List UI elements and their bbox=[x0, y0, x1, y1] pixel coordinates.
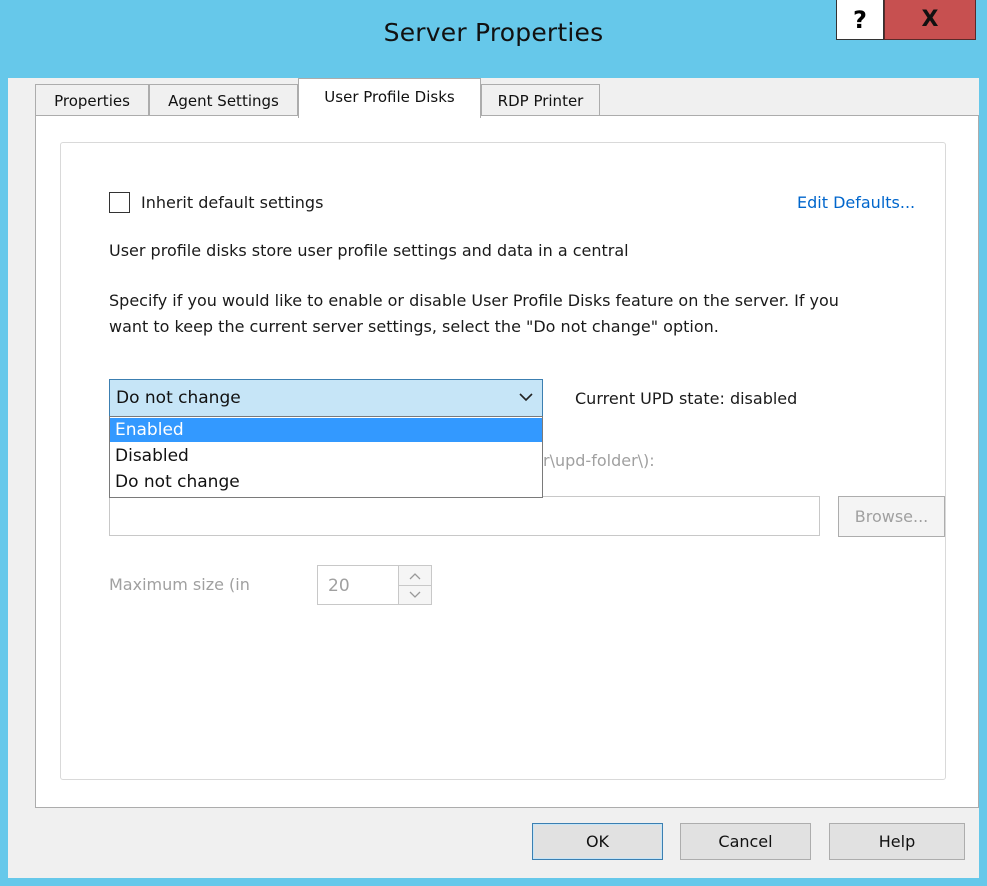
inherit-default-settings-checkbox[interactable] bbox=[109, 192, 130, 213]
tab-properties[interactable]: Properties bbox=[35, 84, 149, 116]
upd-description: User profile disks store user profile se… bbox=[109, 241, 629, 260]
stepper-down-button[interactable] bbox=[399, 585, 431, 604]
chevron-down-icon bbox=[409, 591, 421, 598]
upd-group: Inherit default settings Edit Defaults..… bbox=[60, 142, 946, 780]
current-upd-state: Current UPD state: disabled bbox=[575, 389, 798, 408]
stepper-buttons bbox=[398, 565, 432, 605]
title-bar: Server Properties ? X bbox=[0, 0, 987, 78]
tab-agent-settings[interactable]: Agent Settings bbox=[149, 84, 298, 116]
tab-label: RDP Printer bbox=[497, 91, 584, 110]
upd-mode-value: Do not change bbox=[116, 388, 241, 408]
option-disabled[interactable]: Disabled bbox=[110, 444, 542, 468]
close-icon: X bbox=[921, 7, 939, 32]
help-titlebar-button[interactable]: ? bbox=[836, 0, 884, 40]
chevron-down-icon[interactable] bbox=[518, 389, 534, 405]
close-button[interactable]: X bbox=[884, 0, 976, 40]
specify-text-line2: want to keep the current server settings… bbox=[109, 317, 719, 336]
upd-mode-combobox[interactable]: Do not change bbox=[109, 379, 543, 417]
tab-user-profile-disks[interactable]: User Profile Disks bbox=[298, 78, 481, 118]
browse-button[interactable]: Browse... bbox=[838, 496, 945, 537]
stepper-up-button[interactable] bbox=[399, 566, 431, 586]
tab-label: Agent Settings bbox=[168, 91, 279, 110]
server-properties-window: Server Properties ? X Properties Agent S… bbox=[0, 0, 987, 886]
upd-mode-dropdown-list: Enabled Disabled Do not change bbox=[109, 416, 543, 498]
cancel-button[interactable]: Cancel bbox=[680, 823, 811, 860]
chevron-up-icon bbox=[409, 572, 421, 579]
maximum-size-stepper[interactable]: 20 bbox=[317, 565, 432, 605]
inherit-default-settings-label[interactable]: Inherit default settings bbox=[141, 193, 323, 212]
maximum-size-label: Maximum size (in bbox=[109, 575, 250, 594]
user-profile-disks-page: Inherit default settings Edit Defaults..… bbox=[35, 115, 979, 808]
tab-rdp-printer[interactable]: RDP Printer bbox=[481, 84, 600, 116]
option-do-not-change[interactable]: Do not change bbox=[110, 470, 542, 494]
help-button[interactable]: Help bbox=[829, 823, 965, 860]
specify-text-line1: Specify if you would like to enable or d… bbox=[109, 291, 839, 310]
tab-label: Properties bbox=[54, 91, 130, 110]
tab-label: User Profile Disks bbox=[324, 88, 455, 106]
ok-button[interactable]: OK bbox=[532, 823, 663, 860]
upd-location-input[interactable] bbox=[109, 496, 820, 536]
location-label: r\upd-folder\): bbox=[543, 451, 655, 470]
question-mark-icon: ? bbox=[853, 5, 867, 34]
option-enabled[interactable]: Enabled bbox=[110, 418, 542, 442]
dialog-client-area: Properties Agent Settings User Profile D… bbox=[8, 78, 979, 878]
maximum-size-value: 20 bbox=[328, 576, 350, 596]
edit-defaults-link[interactable]: Edit Defaults... bbox=[797, 193, 915, 212]
